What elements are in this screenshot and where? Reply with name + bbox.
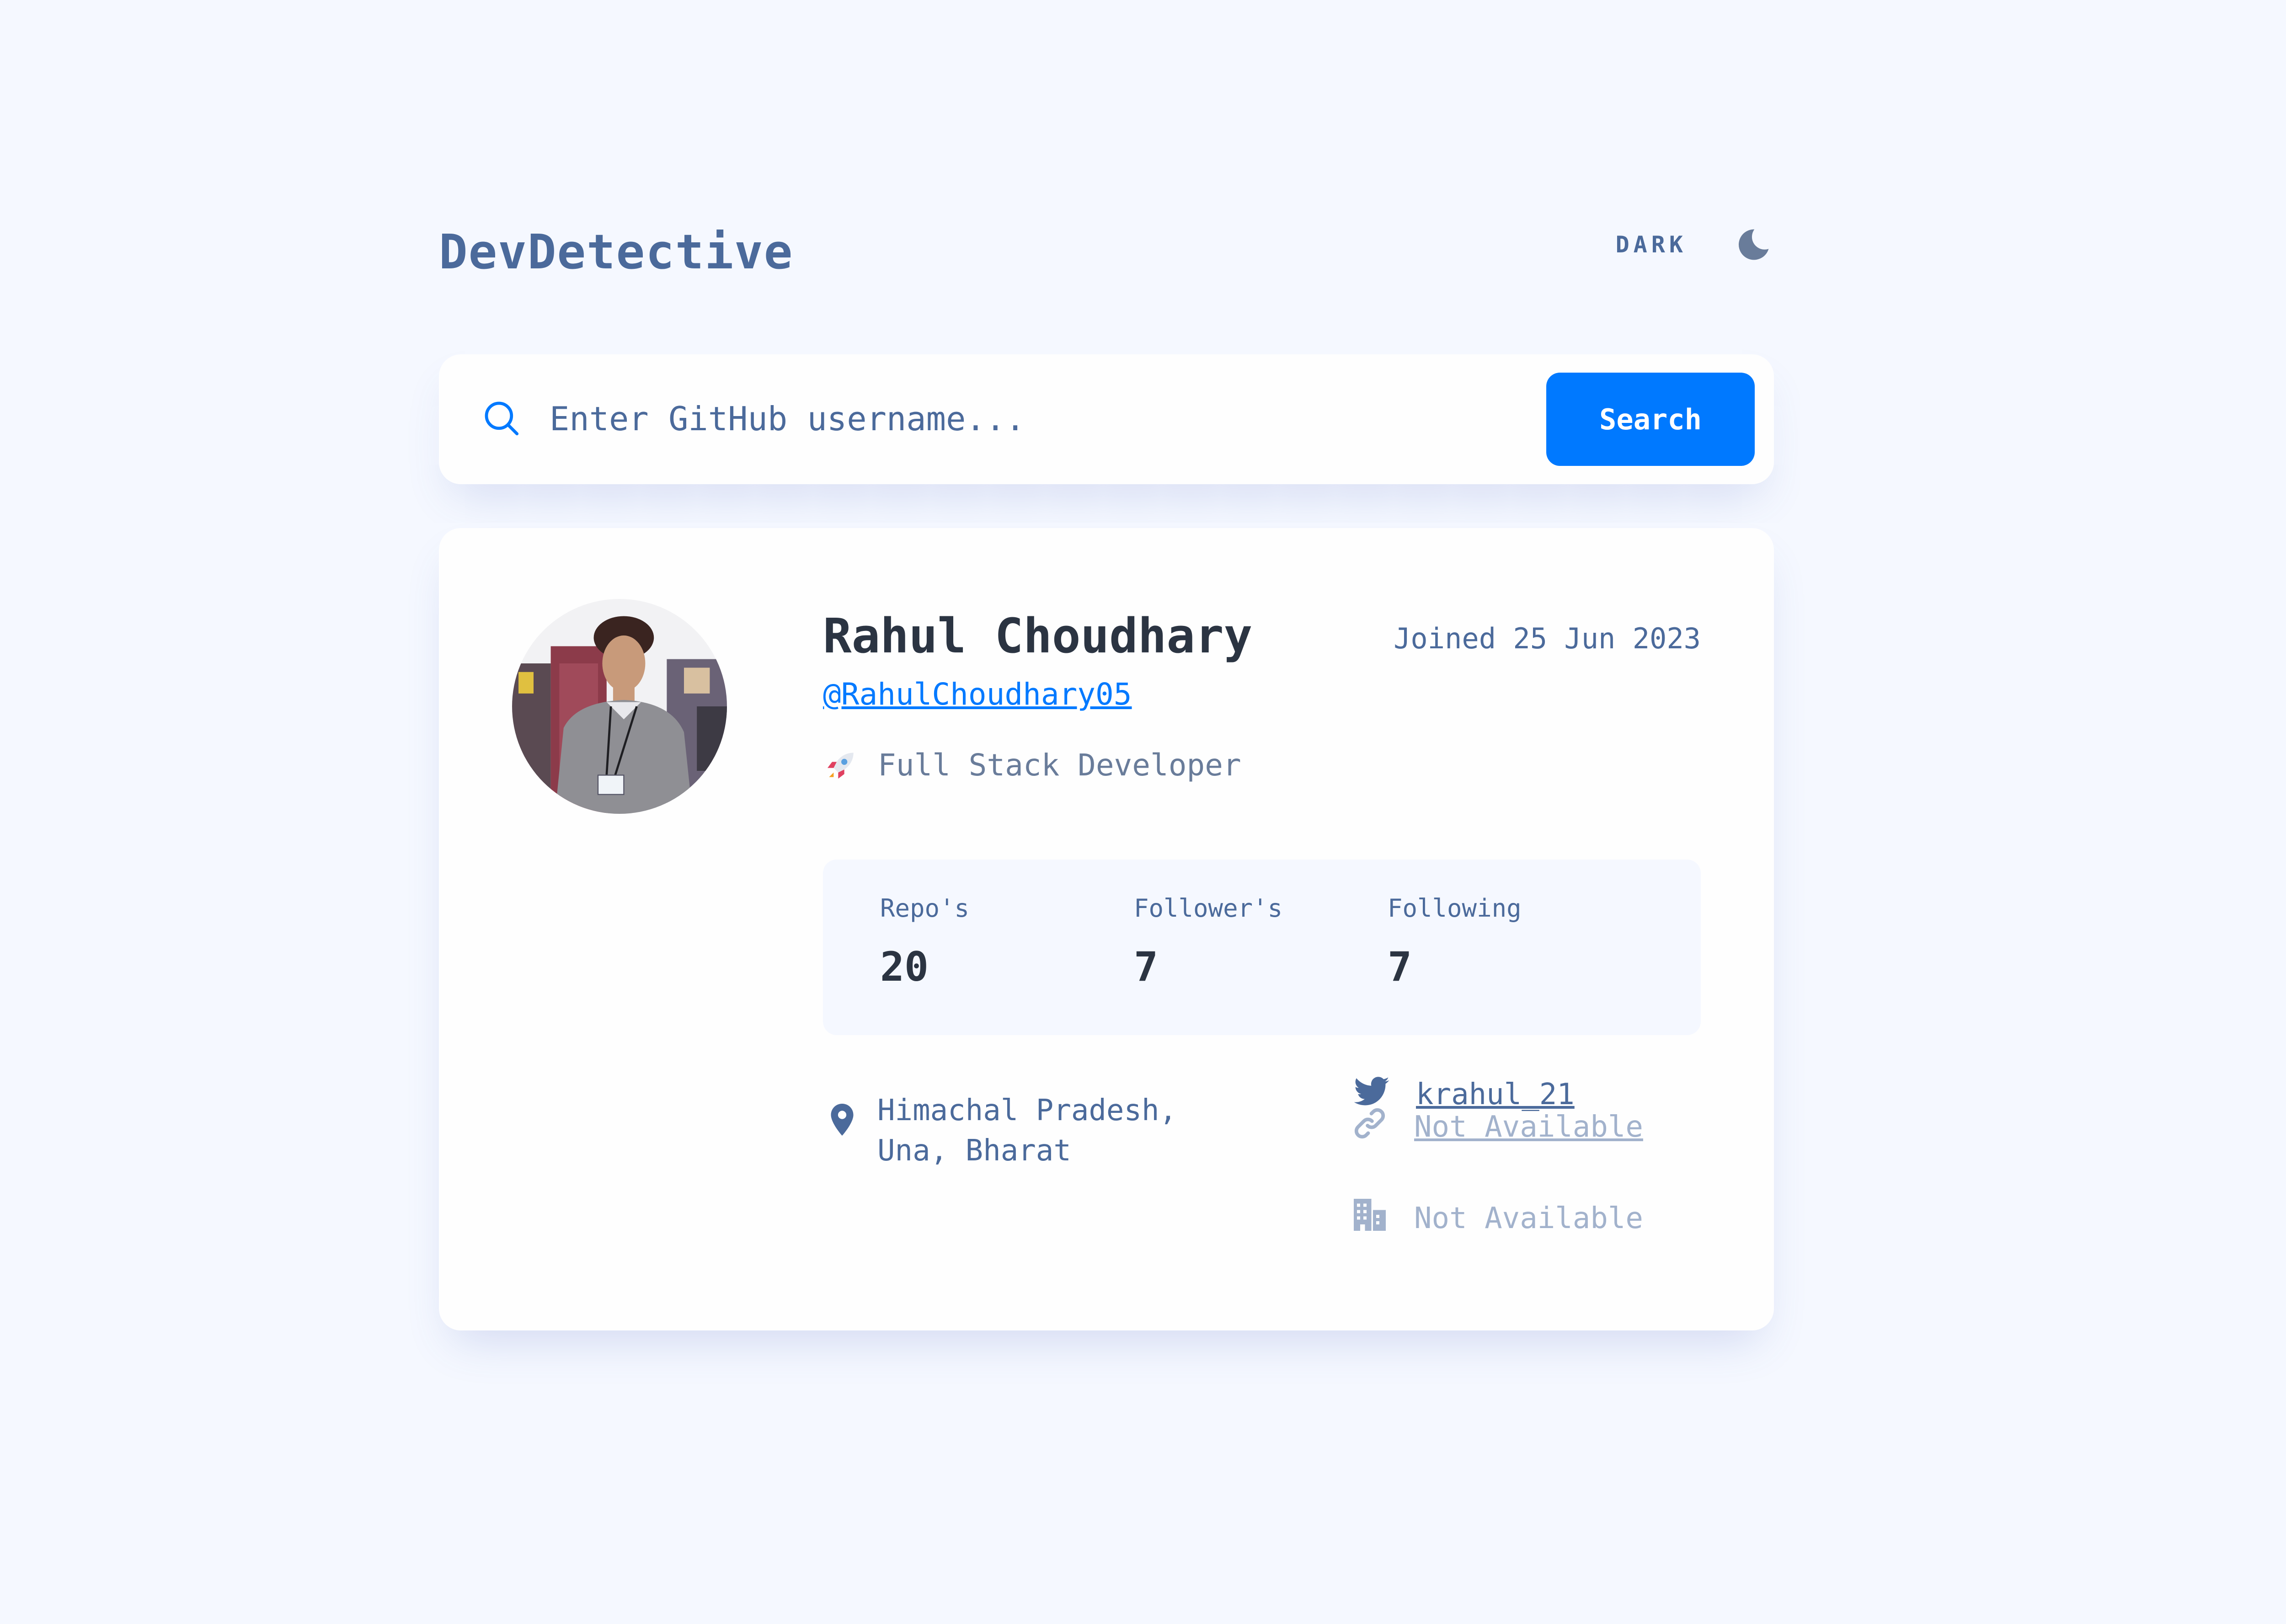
- user-name: Rahul Choudhary: [823, 608, 1253, 664]
- search-input[interactable]: [549, 386, 1373, 451]
- stats-box: Repo's 20 Follower's 7 Following 7: [823, 860, 1701, 1035]
- stat-following: Following 7: [1388, 894, 1522, 990]
- search-button[interactable]: Search: [1546, 373, 1755, 466]
- link-chain-icon: [1354, 1108, 1385, 1139]
- company-text: Not Available: [1414, 1202, 1643, 1235]
- stat-repos-value: 20: [880, 943, 929, 990]
- stat-followers-value: 7: [1134, 943, 1158, 990]
- search-icon: [485, 401, 519, 436]
- location-item: Himachal Pradesh, Una, Bharat: [823, 1090, 1177, 1171]
- location-line-2: Una, Bharat: [877, 1134, 1071, 1168]
- moon-icon[interactable]: [1733, 224, 1774, 265]
- location-pin-icon: [831, 1104, 854, 1136]
- location-text: Himachal Pradesh, Una, Bharat: [877, 1090, 1177, 1171]
- website-item: Not Available: [1351, 1104, 1643, 1147]
- search-bar: Search: [439, 354, 1774, 484]
- user-handle-link[interactable]: @RahulChoudhary05: [823, 677, 1132, 712]
- stat-repos: Repo's 20: [880, 894, 969, 990]
- company-item: Not Available: [1351, 1196, 1643, 1239]
- user-bio: Full Stack Developer: [823, 747, 1241, 783]
- theme-toggle-label[interactable]: DARK: [1616, 231, 1687, 258]
- joined-date: Joined 25 Jun 2023: [1394, 622, 1701, 655]
- rocket-icon: [828, 753, 854, 779]
- stat-followers-label: Follower's: [1134, 894, 1283, 923]
- location-line-1: Himachal Pradesh,: [877, 1094, 1177, 1127]
- stat-following-label: Following: [1388, 894, 1522, 923]
- app-logo: DevDetective: [439, 224, 794, 280]
- building-icon: [1354, 1199, 1386, 1231]
- profile-card: Rahul Choudhary Joined 25 Jun 2023 @Rahu…: [439, 528, 1774, 1330]
- stat-repos-label: Repo's: [880, 894, 970, 923]
- app-container: DevDetective DARK Search: [439, 219, 1774, 1330]
- avatar: [512, 599, 727, 814]
- stat-following-value: 7: [1388, 943, 1412, 990]
- website-link[interactable]: Not Available: [1414, 1107, 1643, 1147]
- bio-text: Full Stack Developer: [878, 747, 1241, 783]
- theme-toggle-button[interactable]: DARK: [1616, 224, 1774, 265]
- header: DevDetective DARK: [439, 219, 1774, 288]
- stat-followers: Follower's 7: [1134, 894, 1282, 990]
